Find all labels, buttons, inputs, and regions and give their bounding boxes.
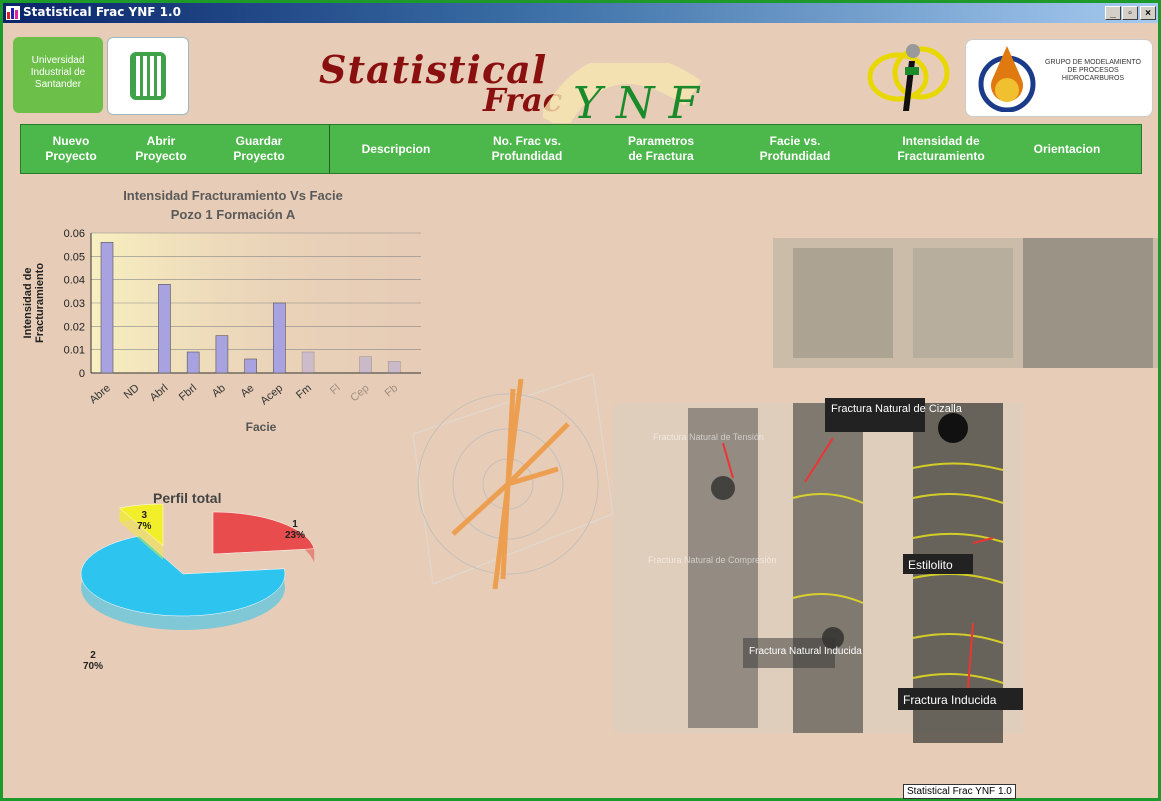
y-tick-label: 0 xyxy=(79,368,85,380)
menu-separator xyxy=(329,125,330,173)
y-tick-label: 0.06 xyxy=(64,228,85,240)
y-tick-label: 0.04 xyxy=(64,275,85,287)
label-tension: Fractura Natural de Tensión xyxy=(653,432,764,442)
x-tick-label: Fl xyxy=(328,382,343,397)
bar-chart: 0 0.01 0.02 0.03 0.04 0.05 0.06 Abre ND Abrl Fbrl A… xyxy=(22,228,421,434)
pie-label-1: 1 23% xyxy=(285,519,305,541)
menu-guardar-proyecto[interactable]: Guardar Proyecto xyxy=(209,125,309,173)
menu-descripcion[interactable]: Descripcion xyxy=(341,125,451,173)
title-bar[interactable]: Statistical Frac YNF 1.0 _ ▫ × xyxy=(3,3,1158,23)
minimize-button[interactable]: _ xyxy=(1105,6,1121,20)
person-logo-icon xyxy=(867,44,950,111)
grupo-text: GRUPO DE MODELAMIENTO DE PROCESOS HIDROC… xyxy=(1045,59,1141,82)
pie-label-2: 2 70% xyxy=(83,650,103,672)
window-title: Statistical Frac YNF 1.0 xyxy=(23,5,181,19)
pie-label-1-name: 1 xyxy=(292,519,298,530)
y-tick-label: 0.02 xyxy=(64,321,85,333)
university-name: Universidad Industrial de Santander xyxy=(30,55,86,90)
x-axis-label: Facie xyxy=(246,420,277,434)
bar-chart-title: Intensidad Fracturamiento Vs Facie Pozo … xyxy=(63,186,403,224)
y-tick-label: 0.01 xyxy=(64,345,85,357)
pie-label-3-pct: 7% xyxy=(137,521,152,532)
bar-chart-title-text: Intensidad Fracturamiento Vs Facie xyxy=(123,188,343,203)
main-window: Statistical Frac YNF 1.0 _ ▫ × Universid… xyxy=(0,0,1161,801)
x-tick-label: ND xyxy=(122,382,142,401)
label-compresion: Fractura Natural de Compresión xyxy=(648,555,777,565)
bar xyxy=(301,351,315,374)
y-tick-label: 0.03 xyxy=(64,298,85,310)
x-tick-label: Ae xyxy=(239,382,257,400)
content-area: Intensidad Fracturamiento Vs Facie Pozo … xyxy=(3,174,1158,799)
menu-orientacion[interactable]: Orientacion xyxy=(1017,125,1117,173)
label-cizalla: Fractura Natural de Cizalla xyxy=(831,403,963,415)
pie-label-1-pct: 23% xyxy=(285,530,306,541)
pie-label-3: 3 7% xyxy=(137,510,151,532)
menu-facie-profundidad[interactable]: Facie vs. Profundidad xyxy=(735,125,855,173)
x-tick-label: Abre xyxy=(87,382,113,406)
university-logo-text: Universidad Industrial de Santander xyxy=(13,37,103,113)
maximize-button[interactable]: ▫ xyxy=(1122,6,1138,20)
pie-label-2-name: 2 xyxy=(90,650,96,661)
x-tick-label: Abrl xyxy=(148,382,171,404)
close-button[interactable]: × xyxy=(1140,6,1156,20)
x-tick-label: Fm xyxy=(294,382,314,401)
bar xyxy=(273,302,286,374)
pie-label-2-pct: 70% xyxy=(83,661,104,672)
bar xyxy=(186,351,200,374)
label-fractura-inducida: Fractura Inducida xyxy=(903,693,997,707)
uis-logo-icon xyxy=(107,37,189,115)
y-axis-label: Intensidad deFracturamiento xyxy=(22,263,46,343)
bar xyxy=(215,335,229,374)
bar xyxy=(244,358,257,374)
drop-logo-icon xyxy=(978,46,1036,112)
menu-parametros-fractura[interactable]: Parametros de Fractura xyxy=(601,125,721,173)
tooltip: Statistical Frac YNF 1.0 xyxy=(903,784,1016,799)
x-tick-label: Ab xyxy=(210,382,228,400)
x-tick-label: Cep xyxy=(348,382,371,404)
main-menu: Nuevo Proyecto Abrir Proyecto Guardar Pr… xyxy=(20,124,1142,174)
x-tick-label: Fbrl xyxy=(177,382,199,403)
ynf-logo: Y N F xyxy=(543,63,702,123)
bar xyxy=(100,242,114,374)
bar xyxy=(158,284,171,374)
menu-abrir-proyecto[interactable]: Abrir Proyecto xyxy=(111,125,211,173)
header-banner: Universidad Industrial de Santander Stat… xyxy=(3,23,1158,123)
menu-intensidad-fracturamiento[interactable]: Intensidad de Fracturamiento xyxy=(871,125,1011,173)
y-tick-label: 0.05 xyxy=(64,251,85,263)
bar-chart-subtitle: Pozo 1 Formación A xyxy=(170,207,296,222)
menu-no-frac-profundidad[interactable]: No. Frac vs. Profundidad xyxy=(467,125,587,173)
x-tick-label: Acep xyxy=(258,382,285,407)
label-estilolito: Estilolito xyxy=(908,558,953,572)
label-natural-inducida: Fractura Natural Inducida xyxy=(749,646,862,657)
rose-diagram xyxy=(412,373,614,590)
core-photo-collage: Fractura Natural de Tensión Fractura Nat… xyxy=(613,238,1158,743)
bar xyxy=(359,356,372,374)
app-icon xyxy=(6,6,20,20)
menu-nuevo-proyecto[interactable]: Nuevo Proyecto xyxy=(21,125,121,173)
pie-label-3-name: 3 xyxy=(141,510,147,521)
ynf-text: Y N F xyxy=(573,78,701,123)
